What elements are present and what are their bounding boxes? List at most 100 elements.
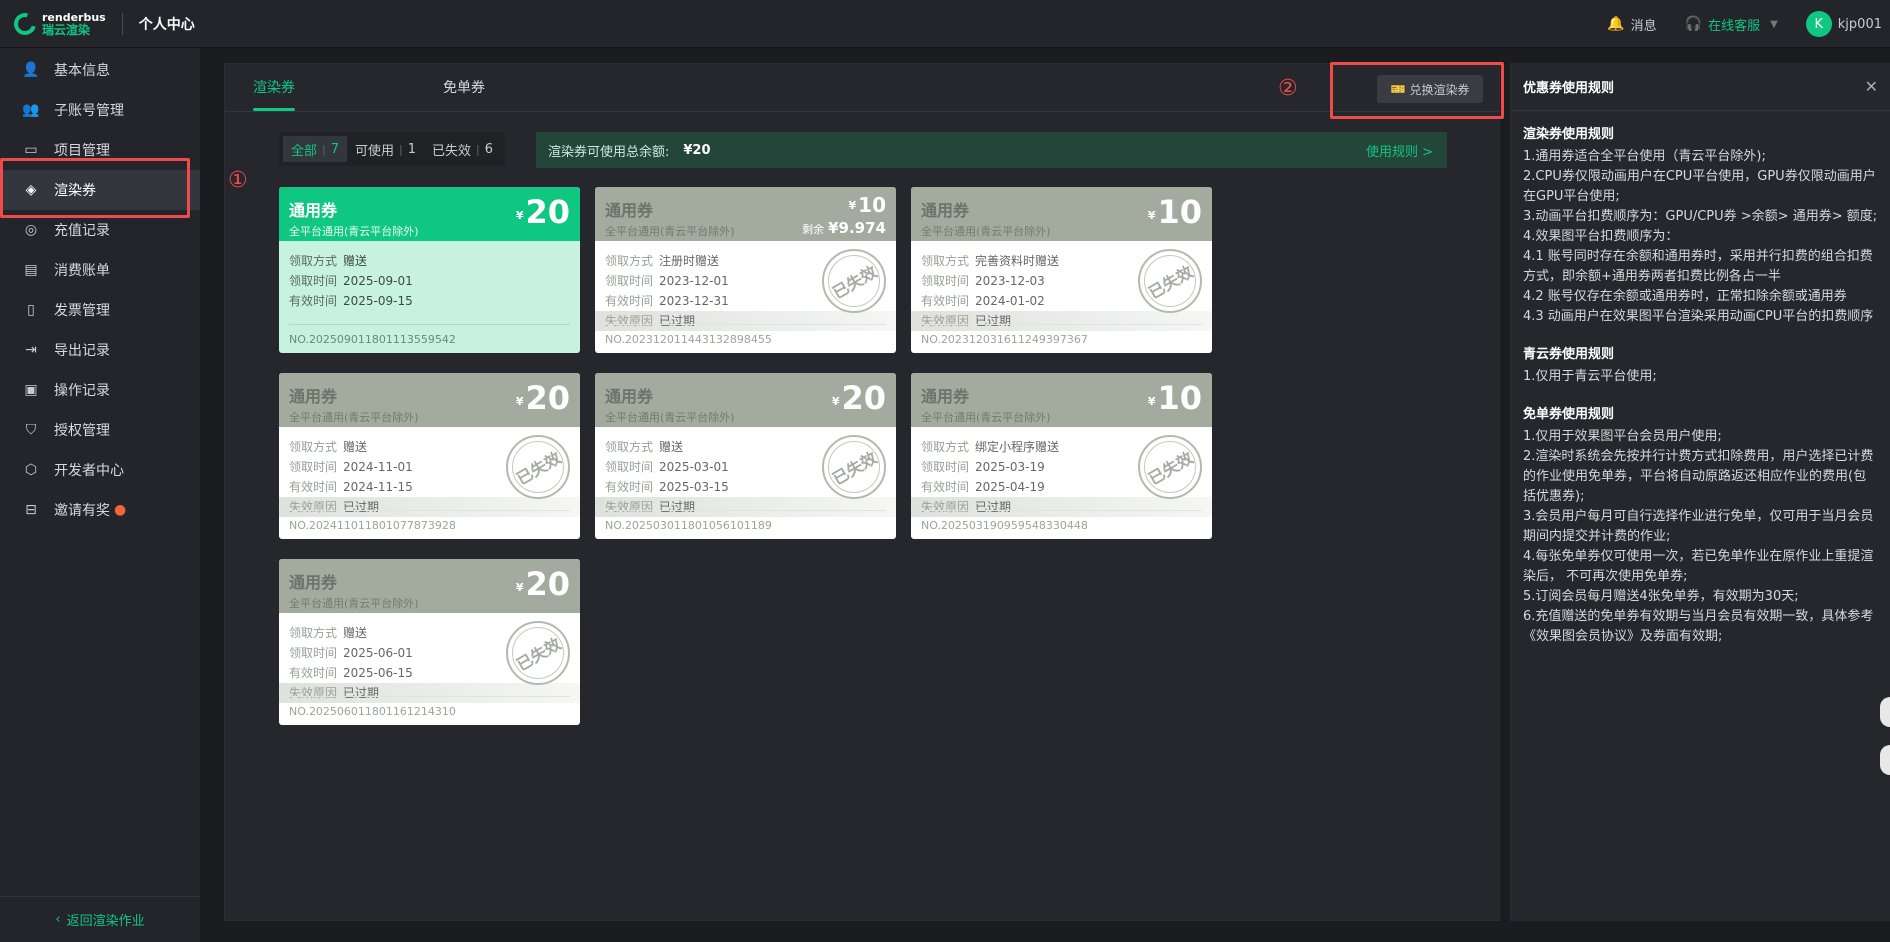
coupon-number: NO.202506011801161214310 bbox=[289, 696, 570, 725]
label-method: 领取方式 bbox=[605, 440, 654, 454]
folder-icon: ▭ bbox=[24, 142, 38, 158]
back-to-render-jobs-link[interactable]: ‹ 返回渲染作业 bbox=[0, 896, 200, 942]
sidebar-item-label: 消费账单 bbox=[54, 263, 110, 279]
support-label: 在线客服 bbox=[1708, 18, 1761, 34]
user-menu[interactable]: K kjp001 bbox=[1805, 11, 1882, 37]
balance-value: ¥20 bbox=[683, 142, 711, 158]
coupon-card[interactable]: 通用券 全平台通用(青云平台除外) ¥20 领取方式 赠送 领取时间 2025-03… bbox=[595, 373, 896, 539]
coupon-card[interactable]: 通用券 全平台通用(青云平台除外) ¥20 领取方式 赠送 领取时间 2025-09… bbox=[279, 187, 580, 353]
value-expires: 2025-03-15 bbox=[659, 480, 729, 494]
value-received: 2023-12-01 bbox=[659, 274, 729, 288]
coupon-amount: ¥10 bbox=[1147, 379, 1202, 417]
expired-stamp-icon: 已失效 bbox=[822, 435, 886, 499]
sidebar-item-export[interactable]: ⇥ 导出记录 bbox=[0, 330, 200, 370]
sidebar-item-projects[interactable]: ▭ 项目管理 bbox=[0, 130, 200, 170]
value-expires: 2025-04-19 bbox=[975, 480, 1045, 494]
sidebar-item-bills[interactable]: ▤ 消费账单 bbox=[0, 250, 200, 290]
filter-available[interactable]: 可使用 | 1 bbox=[347, 136, 424, 162]
value-method: 完善资料时赠送 bbox=[975, 254, 1060, 268]
exchange-coupon-button[interactable]: 🎫 兑换渲染券 bbox=[1377, 75, 1483, 103]
floating-gift-button[interactable] bbox=[1880, 745, 1890, 775]
label-expires: 有效时间 bbox=[289, 480, 338, 494]
sidebar-item-invoices[interactable]: ▯ 发票管理 bbox=[0, 290, 200, 330]
label-expires: 有效时间 bbox=[289, 666, 338, 680]
panel-title: 优惠券使用规则 bbox=[1511, 63, 1890, 111]
label-method: 领取方式 bbox=[289, 440, 338, 454]
filter-label: 已失效 bbox=[432, 143, 472, 159]
online-support-button[interactable]: 🎧 在线客服 ▼ bbox=[1685, 15, 1778, 34]
expired-stamp-icon: 已失效 bbox=[822, 249, 886, 313]
coupon-amount: ¥20 bbox=[515, 193, 570, 231]
rules-heading: 青云券使用规则 bbox=[1523, 347, 1615, 362]
logo-text-en: renderbus bbox=[42, 10, 106, 24]
value-expires: 2023-12-31 bbox=[659, 294, 729, 308]
usage-rules-link[interactable]: 使用规则 > bbox=[1366, 141, 1433, 160]
rules-heading: 免单券使用规则 bbox=[1523, 407, 1615, 422]
sidebar-item-sub-accounts[interactable]: 👥 子账号管理 bbox=[0, 90, 200, 130]
coupon-card[interactable]: 通用券 全平台通用(青云平台除外) ¥20 领取方式 赠送 领取时间 2024-11… bbox=[279, 373, 580, 539]
sidebar-item-authorization[interactable]: ⛉ 授权管理 bbox=[0, 410, 200, 450]
annotation-marker-1: ① bbox=[228, 168, 248, 193]
tab-render-coupons[interactable]: 渲染券 bbox=[225, 63, 323, 111]
bell-icon: 🔔 bbox=[1607, 16, 1625, 32]
coupon-remaining: 剩余 ¥9.974 bbox=[802, 219, 886, 237]
sidebar-item-recharge[interactable]: ◎ 充值记录 bbox=[0, 210, 200, 250]
sidebar-item-invite[interactable]: ⊟ 邀请有奖 ● bbox=[0, 490, 200, 530]
value-received: 2025-09-01 bbox=[343, 274, 413, 288]
value-method: 赠送 bbox=[659, 440, 684, 454]
label-method: 领取方式 bbox=[289, 254, 338, 268]
logo[interactable]: renderbus 瑞云渲染 bbox=[9, 8, 106, 39]
rule-line: 4.每张免单券仅可使用一次，若已免单作业在原作业上重提渲染后， 不可再次使用免单… bbox=[1523, 549, 1874, 584]
messages-button[interactable]: 🔔 消息 bbox=[1607, 15, 1656, 34]
label-received: 领取时间 bbox=[289, 274, 338, 288]
label-expires: 有效时间 bbox=[605, 294, 654, 308]
rule-line: 3.会员用户每月可自行选择作业进行免单，仅可用于当月会员期间内提交并计费的作业; bbox=[1523, 509, 1874, 544]
gift-icon: ⊟ bbox=[25, 502, 37, 518]
label-received: 领取时间 bbox=[921, 460, 970, 474]
filter-label: 全部 bbox=[291, 143, 318, 159]
top-bar: renderbus 瑞云渲染 个人中心 🔔 消息 🎧 在线客服 ▼ K kjp0… bbox=[0, 0, 1890, 48]
coupon-card[interactable]: 通用券 全平台通用(青云平台除外) ¥20 领取方式 赠送 领取时间 2025-06… bbox=[279, 559, 580, 725]
value-method: 赠送 bbox=[343, 254, 368, 268]
expired-stamp-icon: 已失效 bbox=[506, 621, 570, 685]
value-expires: 2025-06-15 bbox=[343, 666, 413, 680]
label-received: 领取时间 bbox=[921, 274, 970, 288]
filter-expired[interactable]: 已失效 | 6 bbox=[424, 136, 501, 162]
coupon-amount: ¥20 bbox=[515, 565, 570, 603]
rule-line: 4.2 账号仅存在余额或通用券时，正常扣除余额或通用券 bbox=[1523, 289, 1847, 304]
coupon-amount: ¥20 bbox=[515, 379, 570, 417]
filter-label: 可使用 bbox=[355, 143, 395, 159]
sidebar-item-label: 开发者中心 bbox=[54, 463, 124, 479]
value-expires: 2024-11-15 bbox=[343, 480, 413, 494]
sidebar-item-basic-info[interactable]: 👤 基本信息 bbox=[0, 50, 200, 90]
coupon-amount: ¥10 bbox=[1147, 193, 1202, 231]
value-received: 2023-12-03 bbox=[975, 274, 1045, 288]
sidebar-item-render-coupons[interactable]: ◈ 渲染券 bbox=[0, 170, 200, 210]
balance-bar: 渲染券可使用总余额: ¥20 使用规则 > bbox=[536, 132, 1447, 168]
sidebar-item-developer[interactable]: ⬡ 开发者中心 bbox=[0, 450, 200, 490]
tab-free-coupons[interactable]: 免单券 bbox=[415, 63, 513, 111]
coupon-card[interactable]: 通用券 全平台通用(青云平台除外) ¥10 剩余 ¥9.974 领取方式 注册时赠送… bbox=[595, 187, 896, 353]
label-expires: 有效时间 bbox=[921, 480, 970, 494]
label-expires: 有效时间 bbox=[605, 480, 654, 494]
label-expires: 有效时间 bbox=[921, 294, 970, 308]
floating-help-button[interactable] bbox=[1880, 697, 1890, 727]
value-received: 2025-06-01 bbox=[343, 646, 413, 660]
ticket-icon: ◈ bbox=[25, 182, 37, 198]
close-icon[interactable]: ✕ bbox=[1865, 77, 1878, 96]
ticket-icon: 🎫 bbox=[1390, 82, 1406, 96]
coupon-card[interactable]: 通用券 全平台通用(青云平台除外) ¥10 领取方式 绑定小程序赠送 领取时间 20… bbox=[911, 373, 1212, 539]
annotation-marker-2: ② bbox=[1278, 76, 1298, 101]
messages-label: 消息 bbox=[1630, 18, 1657, 34]
rule-line: 1.仅用于青云平台使用; bbox=[1523, 369, 1657, 384]
coupon-card[interactable]: 通用券 全平台通用(青云平台除外) ¥10 领取方式 完善资料时赠送 领取时间 20… bbox=[911, 187, 1212, 353]
sidebar-item-operation-log[interactable]: ▣ 操作记录 bbox=[0, 370, 200, 410]
rules-section-free: 免单券使用规则 1.仅用于效果图平台会员用户使用; 2.渲染时系统会先按并行计费… bbox=[1523, 405, 1878, 647]
invoice-icon: ▯ bbox=[27, 302, 35, 318]
rule-line: 2.CPU券仅限动画用户在CPU平台使用，GPU券仅限动画用户在GPU平台使用; bbox=[1523, 169, 1876, 204]
coupon-main-panel: 渲染券 免单券 🎫 兑换渲染券 全部 | 7 可使用 | 1 已失效 | 6 渲染券可使用总… bbox=[224, 63, 1500, 921]
headset-icon: 🎧 bbox=[1684, 16, 1703, 32]
filter-count: 1 bbox=[407, 141, 417, 157]
expired-stamp-icon: 已失效 bbox=[1138, 435, 1202, 499]
filter-all[interactable]: 全部 | 7 bbox=[283, 136, 348, 162]
